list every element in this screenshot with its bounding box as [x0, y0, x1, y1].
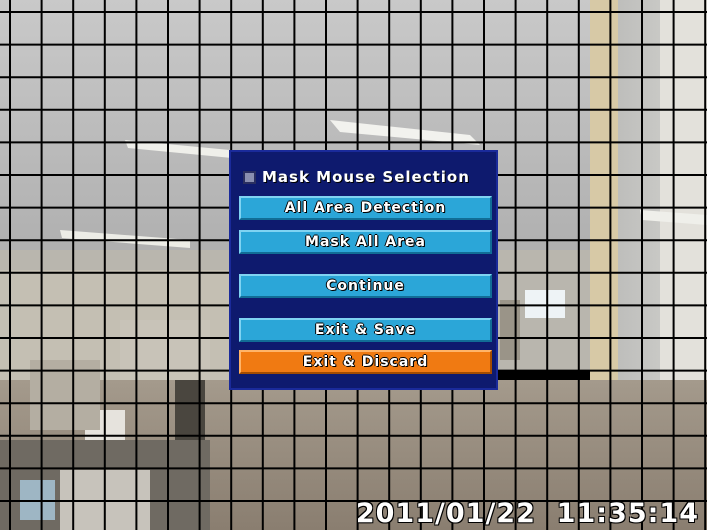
exit-discard-button[interactable]: Exit & Discard — [239, 350, 492, 374]
all-area-detection-button[interactable]: All Area Detection — [239, 196, 492, 220]
all-area-detection-label: All Area Detection — [284, 200, 447, 216]
timestamp-overlay: 2011/01/22 11:35:14 — [355, 498, 699, 529]
mask-mouse-selection-label: Mask Mouse Selection — [262, 168, 470, 186]
mask-all-area-button[interactable]: Mask All Area — [239, 230, 492, 254]
motion-mask-menu: Mask Mouse Selection All Area Detection … — [229, 150, 498, 390]
mask-all-area-label: Mask All Area — [305, 234, 426, 250]
continue-button[interactable]: Continue — [239, 274, 492, 298]
continue-label: Continue — [326, 278, 405, 294]
exit-save-label: Exit & Save — [314, 322, 417, 338]
mask-mouse-selection-option[interactable]: Mask Mouse Selection — [243, 166, 470, 188]
exit-discard-label: Exit & Discard — [302, 354, 429, 370]
exit-save-button[interactable]: Exit & Save — [239, 318, 492, 342]
camera-view: Mask Mouse Selection All Area Detection … — [0, 0, 707, 530]
mask-mouse-selection-checkbox[interactable] — [243, 170, 256, 184]
